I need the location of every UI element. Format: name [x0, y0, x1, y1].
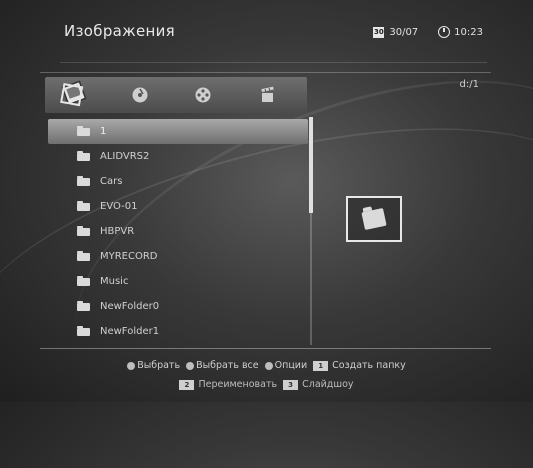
key-2-icon: 2: [179, 379, 195, 390]
list-item-label: Music: [100, 276, 129, 287]
page-title: Изображения: [64, 22, 175, 40]
scrollbar-thumb[interactable]: [309, 117, 313, 213]
hint-options[interactable]: Опции: [264, 360, 308, 371]
folder-icon: [77, 200, 90, 211]
folder-icon: [361, 207, 387, 231]
list-item[interactable]: Music: [48, 269, 308, 294]
list-item-label: HBPVR: [100, 226, 135, 237]
yellow-button-icon: [186, 361, 195, 370]
list-item-label: MYRECORD: [100, 251, 158, 262]
footer-hints-row2: 2 Переименовать 3 Слайдшоу: [0, 379, 533, 390]
list-item[interactable]: HBPVR: [48, 219, 308, 244]
preview-thumbnail: [346, 196, 402, 242]
media-tabbar: [45, 77, 307, 113]
blue-button-icon: [264, 361, 273, 370]
date-display: 30 30/07: [373, 26, 419, 38]
browser-panel: d:/1 1 ALIDVRS2 Cars EVO-01 HBPVR MYRECORD Mus…: [40, 72, 491, 349]
folder-icon: [77, 325, 90, 336]
list-item-label: Cars: [100, 176, 123, 187]
hint-rename-label: Переименовать: [198, 379, 278, 390]
music-disc-icon: [132, 87, 148, 103]
hint-slideshow[interactable]: 3 Слайдшоу: [283, 379, 354, 390]
hint-rename[interactable]: 2 Переименовать: [179, 379, 277, 390]
calendar-icon: 30: [373, 26, 385, 38]
list-item-label: EVO-01: [100, 201, 138, 212]
tab-music[interactable]: [127, 83, 153, 107]
clapperboard-icon: [261, 86, 274, 102]
list-item[interactable]: EVO-01: [48, 194, 308, 219]
hint-slideshow-label: Слайдшоу: [302, 379, 354, 390]
tab-movies[interactable]: [255, 83, 281, 107]
status-area: 30 30/07 10:23: [373, 26, 483, 38]
screen: Изображения 30 30/07 10:23 d:/1 1 ALIDVR…: [0, 0, 533, 468]
folder-icon: [77, 300, 90, 311]
hint-options-label: Опции: [274, 360, 308, 371]
list-item-label: 1: [100, 126, 107, 137]
tab-video[interactable]: [190, 83, 216, 107]
folder-icon: [77, 175, 90, 186]
list-item-label: NewFolder0: [100, 301, 160, 312]
hint-create-folder-label: Создать папку: [332, 360, 406, 371]
photo-icon: [60, 80, 87, 107]
key-3-icon: 3: [283, 379, 299, 390]
hint-select-all-label: Выбрать все: [196, 360, 259, 371]
tab-photos[interactable]: [57, 75, 91, 111]
list-item-label: ALIDVRS2: [100, 151, 150, 162]
footer-hints-row1: Выбрать Выбрать все Опции 1 Создать папк…: [0, 360, 533, 371]
hint-select[interactable]: Выбрать: [127, 360, 180, 371]
folder-icon: [77, 225, 90, 236]
folder-icon: [77, 250, 90, 261]
date-text: 30/07: [389, 26, 419, 38]
hint-create-folder[interactable]: 1 Создать папку: [313, 360, 406, 371]
list-item[interactable]: MYRECORD: [48, 244, 308, 269]
list-item[interactable]: ALIDVRS2: [48, 144, 308, 169]
list-item-label: NewFolder1: [100, 326, 160, 337]
hint-select-all[interactable]: Выбрать все: [186, 360, 259, 371]
film-reel-icon: [195, 87, 211, 103]
list-item[interactable]: 1: [48, 119, 308, 144]
scrollbar[interactable]: [309, 117, 313, 345]
file-list: 1 ALIDVRS2 Cars EVO-01 HBPVR MYRECORD Music New…: [48, 119, 308, 344]
list-item[interactable]: NewFolder0: [48, 294, 308, 319]
hint-select-label: Выбрать: [137, 360, 181, 371]
green-button-icon: [127, 361, 136, 370]
list-item[interactable]: NewFolder1: [48, 319, 308, 344]
folder-icon: [77, 275, 90, 286]
list-item[interactable]: Cars: [48, 169, 308, 194]
current-path: d:/1: [459, 79, 479, 90]
folder-icon: [77, 150, 90, 161]
time-display: 10:23: [438, 26, 483, 38]
key-1-icon: 1: [313, 360, 329, 371]
clock-icon: [438, 26, 451, 38]
time-text: 10:23: [454, 26, 483, 38]
header-divider: [60, 62, 487, 63]
folder-icon: [77, 125, 90, 136]
